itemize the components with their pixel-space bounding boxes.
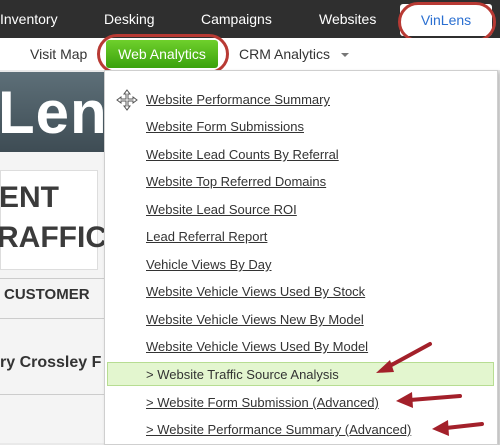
divider [0,278,108,279]
banner-line-2: RAFFIC: [0,221,117,254]
dealer-name: ry Crossley F [0,354,102,371]
annotation-arrow-icon [376,342,432,373]
crm-analytics-label: CRM Analytics [239,46,331,62]
annotation-oval-vinlens [398,2,496,42]
annotation-arrow-icon [396,392,462,408]
menu-item-views-used-by-stock[interactable]: Website Vehicle Views Used By Stock [146,284,365,299]
chevron-down-icon [340,53,349,58]
menu-item-performance-summary-advanced[interactable]: > Website Performance Summary (Advanced) [146,422,411,437]
nav-campaigns[interactable]: Campaigns [201,0,272,38]
menu-item-views-used-by-model[interactable]: Website Vehicle Views Used By Model [146,339,368,354]
menu-item-views-new-by-model[interactable]: Website Vehicle Views New By Model [146,312,364,327]
subnav-crm-analytics[interactable]: CRM Analytics [239,38,350,70]
customer-heading: CUSTOMER [4,286,90,303]
divider [0,318,108,319]
menu-item-lead-referral-report[interactable]: Lead Referral Report [146,229,267,244]
menu-item-vehicle-views-by-day[interactable]: Vehicle Views By Day [146,257,272,272]
nav-desking[interactable]: Desking [104,0,155,38]
logo-text: Lens [0,79,108,146]
vinlens-logo-band: Lens [0,72,108,152]
menu-item-lead-counts-by-referral[interactable]: Website Lead Counts By Referral [146,147,339,162]
nav-websites[interactable]: Websites [319,0,376,38]
traffic-banner: ENT RAFFIC: [0,170,117,270]
nav-inventory[interactable]: Inventory [0,0,58,38]
menu-item-traffic-source-analysis[interactable]: > Website Traffic Source Analysis [146,367,339,382]
menu-item-website-form-submissions[interactable]: Website Form Submissions [146,119,304,134]
annotation-oval-web-analytics [97,34,229,74]
menu-item-lead-source-roi[interactable]: Website Lead Source ROI [146,202,297,217]
menu-item-website-performance-summary[interactable]: Website Performance Summary [146,92,330,107]
menu-item-form-submission-advanced[interactable]: > Website Form Submission (Advanced) [146,395,379,410]
sub-nav: Visit Map CRM Analytics [0,38,500,70]
banner-line-1: ENT [0,181,59,214]
subnav-visit-map[interactable]: Visit Map [30,38,87,70]
annotation-arrow-icon [432,420,484,436]
divider [0,394,108,395]
menu-item-top-referred-domains[interactable]: Website Top Referred Domains [146,174,326,189]
move-icon [116,89,138,111]
